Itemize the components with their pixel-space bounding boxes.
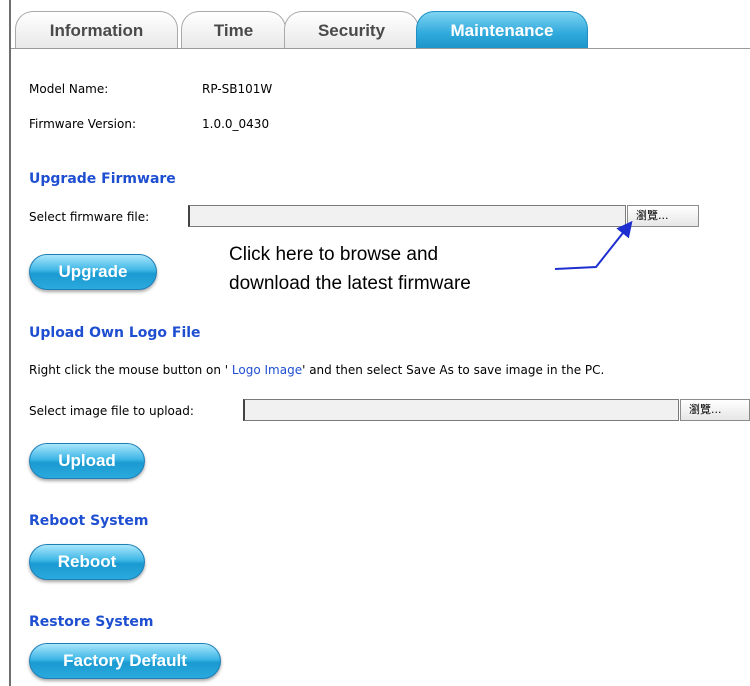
upgrade-firmware-title: Upgrade Firmware (29, 171, 176, 187)
annotation-arrow-icon (554, 220, 633, 270)
logo-instruction-after: ' and then select Save As to save image … (302, 363, 605, 377)
select-firmware-label: Select firmware file: (29, 210, 150, 224)
select-image-label: Select image file to upload: (29, 404, 194, 418)
tab-maintenance[interactable]: Maintenance (416, 11, 588, 48)
restore-system-title: Restore System (29, 614, 154, 630)
logo-browse-button[interactable]: 瀏覽... (680, 399, 750, 421)
factory-default-button[interactable]: Factory Default (29, 643, 221, 679)
logo-image-link[interactable]: Logo Image (232, 363, 302, 377)
firmware-version-label: Firmware Version: (29, 117, 136, 131)
reboot-system-title: Reboot System (29, 513, 149, 529)
logo-instruction-text: Right click the mouse button on ' Logo I… (29, 363, 604, 377)
annotation-line-1: Click here to browse and (229, 244, 439, 265)
tab-time[interactable]: Time (181, 11, 286, 48)
tab-information[interactable]: Information (15, 11, 178, 48)
frame-border (9, 0, 11, 686)
annotation-line-2: download the latest firmware (229, 273, 471, 294)
upload-button[interactable]: Upload (29, 443, 145, 479)
upgrade-button[interactable]: Upgrade (29, 254, 157, 290)
logo-instruction-before: Right click the mouse button on ' (29, 363, 232, 377)
tab-bar: Information Time Security Maintenance (11, 0, 750, 49)
reboot-button[interactable]: Reboot (29, 544, 145, 580)
upload-logo-title: Upload Own Logo File (29, 325, 201, 341)
tab-security[interactable]: Security (284, 11, 419, 48)
logo-file-input[interactable] (243, 399, 679, 421)
model-name-value: RP-SB101W (202, 82, 273, 96)
model-name-label: Model Name: (29, 82, 109, 96)
firmware-version-value: 1.0.0_0430 (202, 117, 270, 131)
